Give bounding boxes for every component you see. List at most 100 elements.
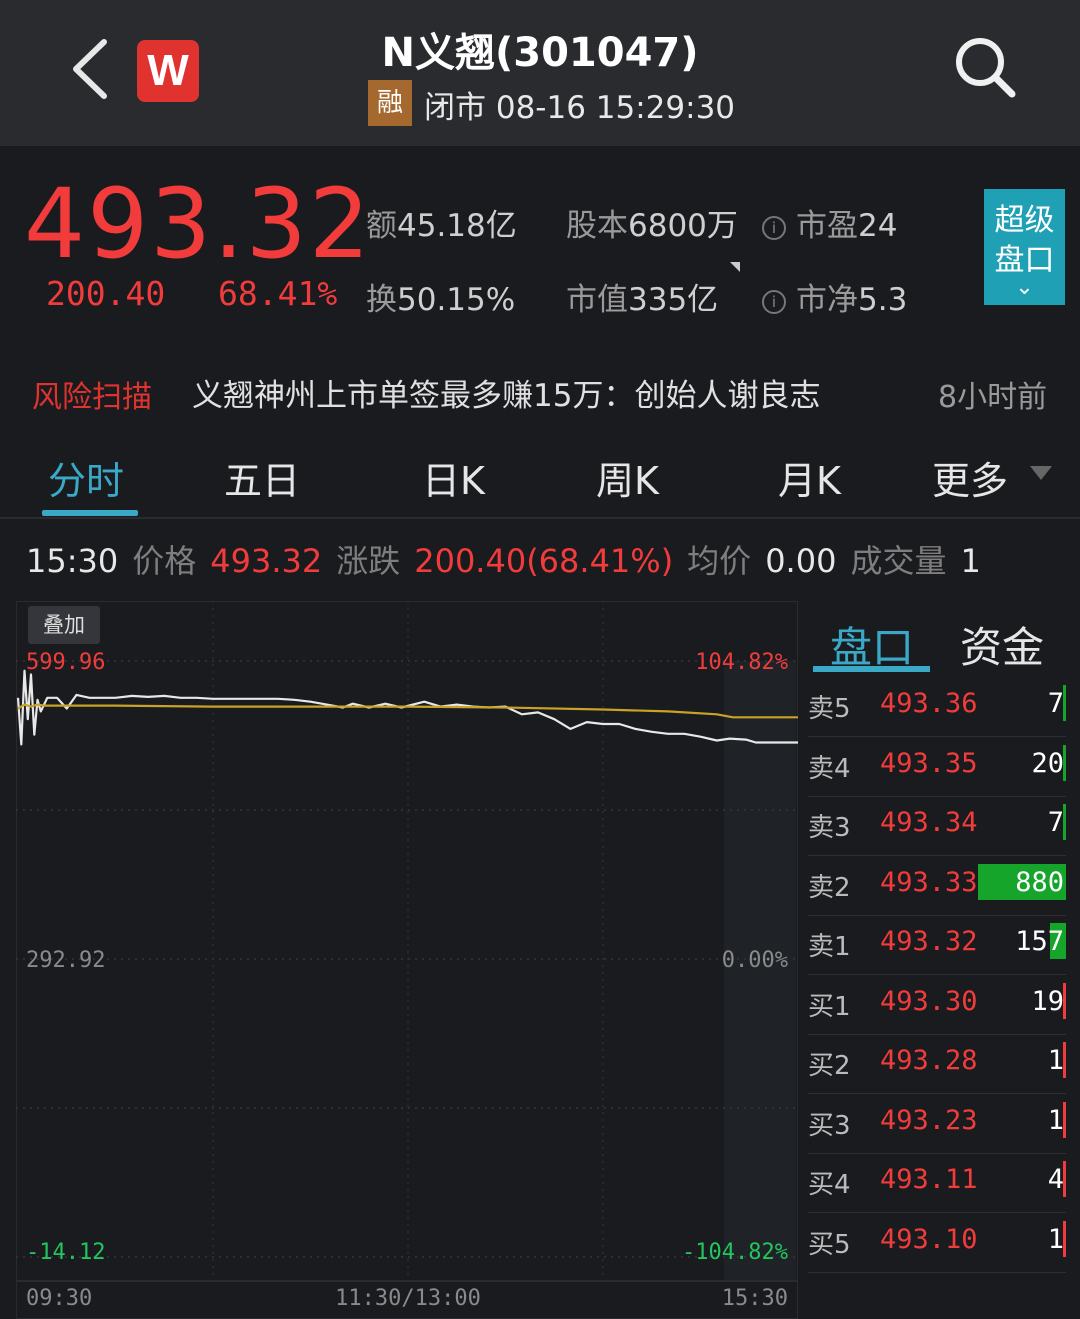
orderbook-side-label: 买4 bbox=[808, 1170, 851, 1200]
price-change-percent: 68.41% bbox=[218, 274, 338, 313]
search-icon bbox=[956, 38, 1016, 98]
news-headline[interactable]: 义翘神州上市单签最多赚15万：创始人谢良志 bbox=[192, 370, 820, 415]
row-divider bbox=[808, 1271, 1066, 1273]
super-orderbook-button[interactable]: 超级 盘口 ⌄ bbox=[984, 189, 1065, 305]
y-axis-right-label: -104.82% bbox=[682, 1240, 788, 1265]
info-icon: i bbox=[762, 289, 786, 314]
orderbook-side-label: 卖4 bbox=[808, 753, 851, 784]
orderbook-row[interactable]: 卖5 493.36 7 bbox=[808, 678, 1066, 737]
orderbook-row[interactable]: 卖2 493.33 880 bbox=[808, 857, 1066, 916]
orderbook-volume: 19 bbox=[1031, 985, 1064, 1017]
orderbook-side-label: 卖2 bbox=[808, 872, 851, 903]
pb-ratio[interactable]: i 市净5.3 bbox=[762, 274, 907, 319]
tab-more[interactable]: 更多 bbox=[932, 450, 1008, 505]
y-axis-left-label: 292.92 bbox=[26, 948, 105, 973]
chart-frame bbox=[16, 601, 798, 1319]
orderbook-price: 493.33 bbox=[880, 866, 978, 898]
info-icon: i bbox=[762, 215, 786, 240]
divider bbox=[0, 517, 1080, 519]
share-capital: 股本6800万 bbox=[566, 208, 738, 244]
info-change: 200.40(68.41%) bbox=[414, 542, 674, 580]
orderbook-row[interactable]: 卖4 493.35 20 bbox=[808, 738, 1066, 797]
orderbook-volume: 157 bbox=[1015, 926, 1064, 957]
info-vol-label: 成交量 bbox=[850, 542, 947, 580]
market-status: 闭市 08-16 15:29:30 bbox=[424, 90, 736, 126]
corner-indicator bbox=[730, 262, 740, 272]
orderbook-price: 493.30 bbox=[880, 985, 978, 1017]
risk-scan-label[interactable]: 风险扫描 bbox=[32, 372, 152, 416]
orderbook-row[interactable]: 买2 493.28 1 bbox=[808, 1035, 1066, 1094]
x-axis-label: 09:30 bbox=[26, 1286, 92, 1311]
orderbook-price: 493.36 bbox=[880, 688, 978, 719]
active-tab-indicator bbox=[42, 510, 138, 516]
orderbook-side-label: 卖5 bbox=[808, 694, 851, 724]
orderbook-row[interactable]: 买1 493.30 19 bbox=[808, 976, 1066, 1035]
info-time: 15:30 bbox=[26, 542, 119, 580]
tab-five-day[interactable]: 五日 bbox=[224, 450, 300, 505]
orderbook-price: 493.35 bbox=[880, 747, 978, 779]
orderbook-row[interactable]: 卖1 493.32 157 bbox=[808, 916, 1066, 975]
orderbook-price: 493.28 bbox=[880, 1045, 978, 1076]
y-axis-left-label: 599.96 bbox=[26, 650, 105, 675]
info-change-label: 涨跌 bbox=[336, 542, 401, 580]
tab-intraday[interactable]: 分时 bbox=[48, 450, 124, 505]
orderbook-side-label: 卖1 bbox=[808, 932, 851, 962]
orderbook-volume: 880 bbox=[1015, 866, 1064, 898]
orderbook-side-label: 买2 bbox=[808, 1051, 851, 1081]
info-avg-label: 均价 bbox=[687, 542, 752, 580]
orderbook-volume: 1 bbox=[1047, 1104, 1064, 1136]
tab-daily-k[interactable]: 日K bbox=[422, 450, 485, 505]
super-button-line1: 超级 bbox=[994, 203, 1055, 238]
orderbook-price: 493.11 bbox=[880, 1164, 978, 1195]
app-logo-icon[interactable]: W bbox=[137, 40, 199, 102]
orderbook-tab-indicator bbox=[813, 666, 930, 672]
orderbook-volume: 1 bbox=[1047, 1223, 1064, 1255]
y-axis-right-label: 104.82% bbox=[695, 650, 788, 675]
orderbook-price: 493.32 bbox=[880, 926, 978, 957]
overlay-button[interactable]: 叠加 bbox=[28, 606, 100, 644]
orderbook-side-label: 买1 bbox=[808, 991, 851, 1022]
y-axis-right-label: 0.00% bbox=[722, 948, 788, 973]
search-button[interactable] bbox=[950, 32, 1020, 102]
y-axis-left-label: -14.12 bbox=[26, 1240, 105, 1265]
x-axis-label: 15:30 bbox=[722, 1286, 788, 1311]
orderbook-volume: 1 bbox=[1047, 1045, 1064, 1076]
orderbook-row[interactable]: 买5 493.10 1 bbox=[808, 1214, 1066, 1273]
orderbook-price: 493.10 bbox=[880, 1223, 978, 1255]
x-axis-label: 11:30/13:00 bbox=[335, 1286, 481, 1311]
orderbook-row[interactable]: 卖3 493.34 7 bbox=[808, 797, 1066, 856]
tab-weekly-k[interactable]: 周K bbox=[596, 450, 659, 505]
orderbook-volume: 7 bbox=[1047, 688, 1064, 719]
back-button[interactable] bbox=[60, 34, 124, 104]
news-time: 8小时前 bbox=[938, 380, 1048, 415]
current-price: 493.32 bbox=[24, 168, 372, 280]
price-change: 200.40 bbox=[46, 274, 166, 313]
stock-title: N义翘(301047) bbox=[381, 30, 699, 76]
orderbook-volume: 7 bbox=[1047, 807, 1064, 838]
orderbook-price: 493.34 bbox=[880, 807, 978, 838]
orderbook-row[interactable]: 买3 493.23 1 bbox=[808, 1095, 1066, 1154]
orderbook-price: 493.23 bbox=[880, 1104, 978, 1136]
market-cap[interactable]: 市值335亿 bbox=[566, 274, 718, 319]
turnover-amount: 额45.18亿 bbox=[366, 208, 517, 244]
intraday-chart[interactable]: 599.96 292.92 -14.12 104.82% 0.00% -104.82% 09… bbox=[16, 601, 798, 1319]
info-avg: 0.00 bbox=[765, 542, 837, 580]
tab-funds[interactable]: 资金 bbox=[960, 614, 1044, 675]
info-price: 493.32 bbox=[210, 542, 323, 580]
tab-monthly-k[interactable]: 月K bbox=[778, 450, 841, 505]
orderbook-row[interactable]: 买4 493.11 4 bbox=[808, 1154, 1066, 1213]
chevron-left-icon bbox=[73, 39, 107, 99]
orderbook-volume: 4 bbox=[1047, 1164, 1064, 1195]
info-vol: 1 bbox=[960, 542, 981, 580]
pe-ratio[interactable]: i 市盈24 bbox=[762, 200, 897, 245]
orderbook-volume: 20 bbox=[1031, 747, 1064, 779]
crosshair-info-line: 15:30 价格 493.32 涨跌 200.40(68.41%) 均价 0.00 成交量 1 bbox=[26, 536, 981, 582]
orderbook-side-label: 卖3 bbox=[808, 813, 851, 843]
orderbook-side-label: 买5 bbox=[808, 1229, 851, 1260]
info-price-label: 价格 bbox=[132, 542, 197, 580]
turnover-rate: 换50.15% bbox=[366, 282, 516, 318]
chevron-down-icon: ⌄ bbox=[1015, 275, 1034, 300]
caret-down-icon bbox=[1030, 466, 1052, 480]
margin-badge: 融 bbox=[368, 80, 412, 126]
orderbook-side-label: 买3 bbox=[808, 1110, 851, 1141]
